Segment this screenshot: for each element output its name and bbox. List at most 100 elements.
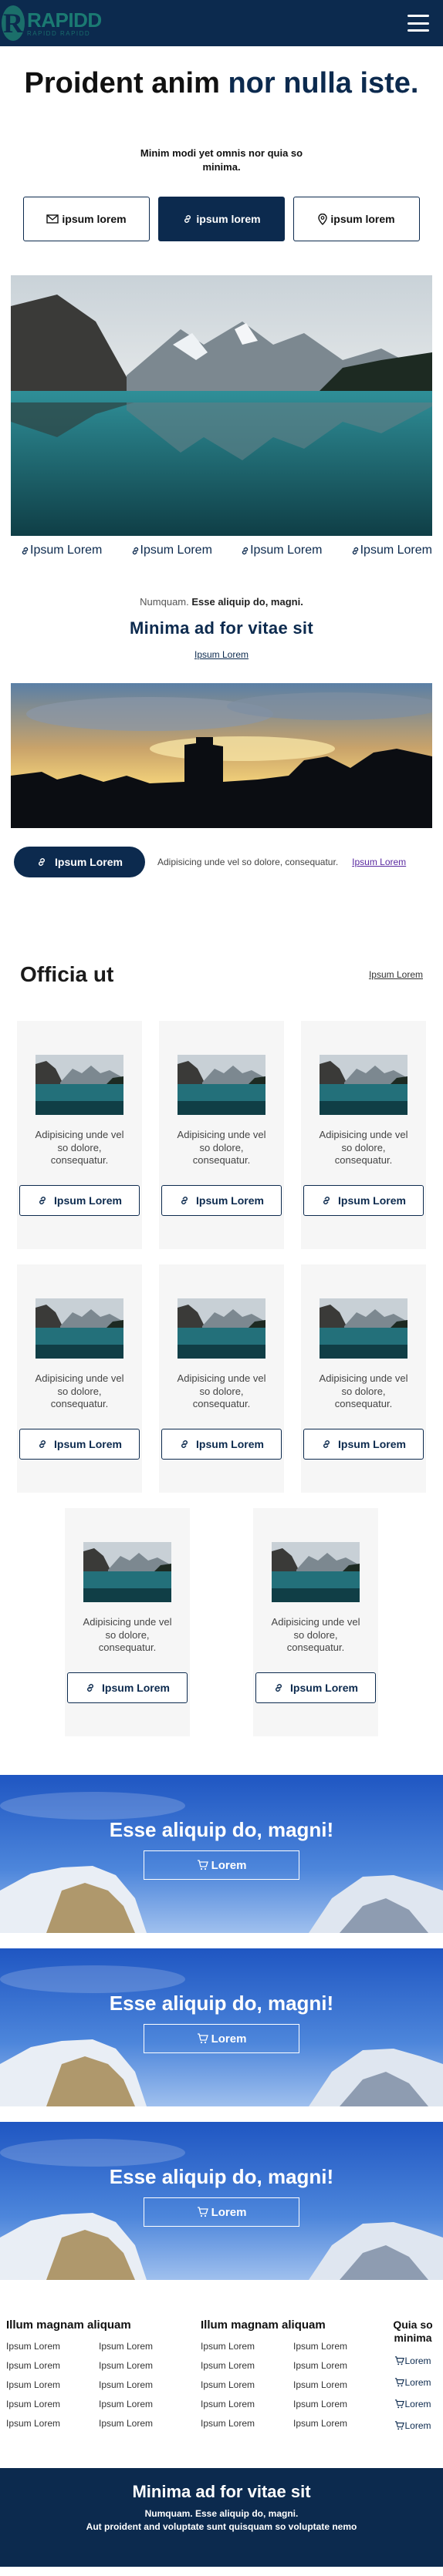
mid-section: Numquam. Esse aliquip do, magni. Minima … — [0, 596, 443, 660]
footer-link[interactable]: Ipsum Lorem — [201, 2379, 293, 2390]
cards-section-link[interactable]: Ipsum Lorem — [369, 969, 423, 980]
banner-title: Esse aliquip do, magni! — [109, 1992, 334, 2015]
bottom-heading: Minima ad for vitae sit — [132, 2481, 311, 2501]
links-row: Ipsum Lorem Ipsum Lorem Ipsum Lorem Ipsu… — [0, 544, 443, 557]
lake-thumbnail-image — [272, 1542, 360, 1603]
links-row-item[interactable]: Ipsum Lorem — [350, 544, 432, 557]
link-icon — [181, 1440, 188, 1448]
footer-link[interactable]: Ipsum Lorem — [99, 2418, 191, 2429]
shopping-cart-icon — [197, 2033, 208, 2044]
footer-link[interactable]: Ipsum Lorem — [6, 2399, 99, 2409]
cta-pill-button[interactable]: Ipsum Lorem — [14, 847, 145, 878]
card-button[interactable]: Ipsum Lorem — [67, 1672, 188, 1704]
card-button[interactable]: Ipsum Lorem — [19, 1185, 140, 1217]
envelope-icon — [46, 214, 59, 224]
banner-cart-button[interactable]: Lorem — [144, 1850, 299, 1881]
card-text: Adipisicing unde vel so dolore, consequa… — [319, 1372, 408, 1409]
cta-link[interactable]: Ipsum Lorem — [352, 857, 406, 867]
footer-column: Quia so minima Lorem Lorem Lorem Lorem — [386, 2318, 440, 2431]
link-icon — [22, 547, 29, 554]
logo[interactable]: R RAPIDD RAPIDD RAPIDD — [2, 5, 102, 41]
card: Adipisicing unde vel so dolore, consequa… — [159, 1264, 284, 1493]
card-text: Adipisicing unde vel so dolore, consequa… — [83, 1616, 172, 1653]
bottom-line1: Numquam. Esse aliquip do, magni. — [144, 2507, 299, 2519]
shopping-cart-icon — [395, 2421, 405, 2430]
footer-link[interactable]: Ipsum Lorem — [6, 2341, 99, 2352]
footer-link[interactable]: Ipsum Lorem — [6, 2379, 99, 2390]
card-button[interactable]: Ipsum Lorem — [19, 1429, 140, 1460]
footer-link[interactable]: Ipsum Lorem — [201, 2418, 293, 2429]
footer-links: Illum magnam aliquam Ipsum Lorem Ipsum Lo… — [0, 2318, 443, 2431]
card: Adipisicing unde vel so dolore, consequa… — [159, 1021, 284, 1250]
cards-section-header: Officia ut Ipsum Lorem — [0, 962, 443, 987]
lake-thumbnail-image — [320, 1298, 407, 1359]
links-row-item[interactable]: Ipsum Lorem — [20, 544, 102, 557]
card-text: Adipisicing unde vel so dolore, consequa… — [35, 1129, 124, 1166]
cards-section-title: Officia ut — [20, 962, 114, 987]
mid-heading: Minima ad for vitae sit — [130, 618, 313, 638]
bottom-line2: Aut proident and voluptate sunt quisquam… — [86, 2521, 357, 2533]
link-icon — [132, 547, 138, 554]
location-pin-icon — [318, 213, 328, 225]
bottom-bar: Minima ad for vitae sit Numquam. Esse al… — [0, 2467, 443, 2567]
card-button[interactable]: Ipsum Lorem — [255, 1672, 376, 1704]
logo-tagline: RAPIDD RAPIDD — [27, 29, 91, 37]
link-icon — [323, 1197, 330, 1204]
card-button[interactable]: Ipsum Lorem — [303, 1429, 424, 1460]
banner-cart-button[interactable]: Lorem — [144, 2197, 299, 2227]
footer-column-title: Quia so minima — [393, 2318, 433, 2345]
mid-kicker: Numquam. Esse aliquip do, magni. — [140, 596, 303, 608]
footer-cart-link[interactable]: Lorem — [386, 2377, 440, 2388]
card-text: Adipisicing unde vel so dolore, consequa… — [177, 1372, 266, 1409]
card-button[interactable]: Ipsum Lorem — [161, 1185, 282, 1217]
banner-cart-button[interactable]: Lorem — [144, 2024, 299, 2054]
card-grid: Adipisicing unde vel so dolore, consequa… — [0, 1021, 443, 1752]
footer-link[interactable]: Ipsum Lorem — [201, 2360, 293, 2371]
mail-button[interactable]: ipsum lorem — [23, 197, 150, 242]
lake-thumbnail-image — [178, 1055, 265, 1116]
link-button[interactable]: ipsum lorem — [158, 197, 285, 242]
lake-thumbnail-image — [83, 1542, 171, 1603]
location-button[interactable]: ipsum lorem — [293, 197, 420, 242]
hero-subtitle: Minim modi yet omnis nor quia so minima. — [140, 146, 303, 173]
links-row-item[interactable]: Ipsum Lorem — [130, 544, 212, 557]
links-row-item[interactable]: Ipsum Lorem — [240, 544, 322, 557]
footer-link[interactable]: Ipsum Lorem — [99, 2360, 191, 2371]
promo-banner: Esse aliquip do, magni! Lorem — [0, 1775, 443, 1934]
logo-name: RAPIDD — [27, 8, 102, 32]
footer-link[interactable]: Ipsum Lorem — [293, 2360, 386, 2371]
footer-link[interactable]: Ipsum Lorem — [99, 2399, 191, 2409]
banner-title: Esse aliquip do, magni! — [109, 2165, 334, 2189]
footer-link[interactable]: Ipsum Lorem — [293, 2379, 386, 2390]
footer-link[interactable]: Ipsum Lorem — [6, 2418, 99, 2429]
footer-column: Illum magnam aliquam Ipsum Lorem Ipsum Lo… — [6, 2318, 191, 2431]
footer-cart-link[interactable]: Lorem — [386, 2420, 440, 2431]
card: Adipisicing unde vel so dolore, consequa… — [301, 1264, 426, 1493]
shopping-cart-icon — [197, 2207, 208, 2217]
footer-link[interactable]: Ipsum Lorem — [201, 2341, 293, 2352]
footer-column-title: Illum magnam aliquam — [201, 2318, 326, 2332]
card-button[interactable]: Ipsum Lorem — [303, 1185, 424, 1217]
banner-title: Esse aliquip do, magni! — [109, 1818, 334, 1842]
footer-link[interactable]: Ipsum Lorem — [99, 2379, 191, 2390]
card: Adipisicing unde vel so dolore, consequa… — [65, 1508, 190, 1737]
promo-banner: Esse aliquip do, magni! Lorem — [0, 2122, 443, 2281]
footer-cart-link[interactable]: Lorem — [386, 2399, 440, 2409]
card-button[interactable]: Ipsum Lorem — [161, 1429, 282, 1460]
hamburger-menu-icon[interactable] — [407, 15, 429, 32]
footer-link[interactable]: Ipsum Lorem — [99, 2341, 191, 2352]
link-icon — [87, 1684, 94, 1692]
link-icon — [39, 1197, 46, 1204]
footer-link[interactable]: Ipsum Lorem — [293, 2418, 386, 2429]
footer-link[interactable]: Ipsum Lorem — [293, 2341, 386, 2352]
promo-banner: Esse aliquip do, magni! Lorem — [0, 1948, 443, 2107]
link-icon — [352, 547, 358, 554]
mid-link[interactable]: Ipsum Lorem — [0, 649, 443, 660]
footer-link[interactable]: Ipsum Lorem — [201, 2399, 293, 2409]
footer-link[interactable]: Ipsum Lorem — [293, 2399, 386, 2409]
footer-link[interactable]: Ipsum Lorem — [6, 2360, 99, 2371]
footer-cart-link[interactable]: Lorem — [386, 2355, 440, 2366]
link-icon — [181, 1197, 188, 1204]
lake-thumbnail-image — [178, 1298, 265, 1359]
link-icon — [39, 858, 46, 867]
